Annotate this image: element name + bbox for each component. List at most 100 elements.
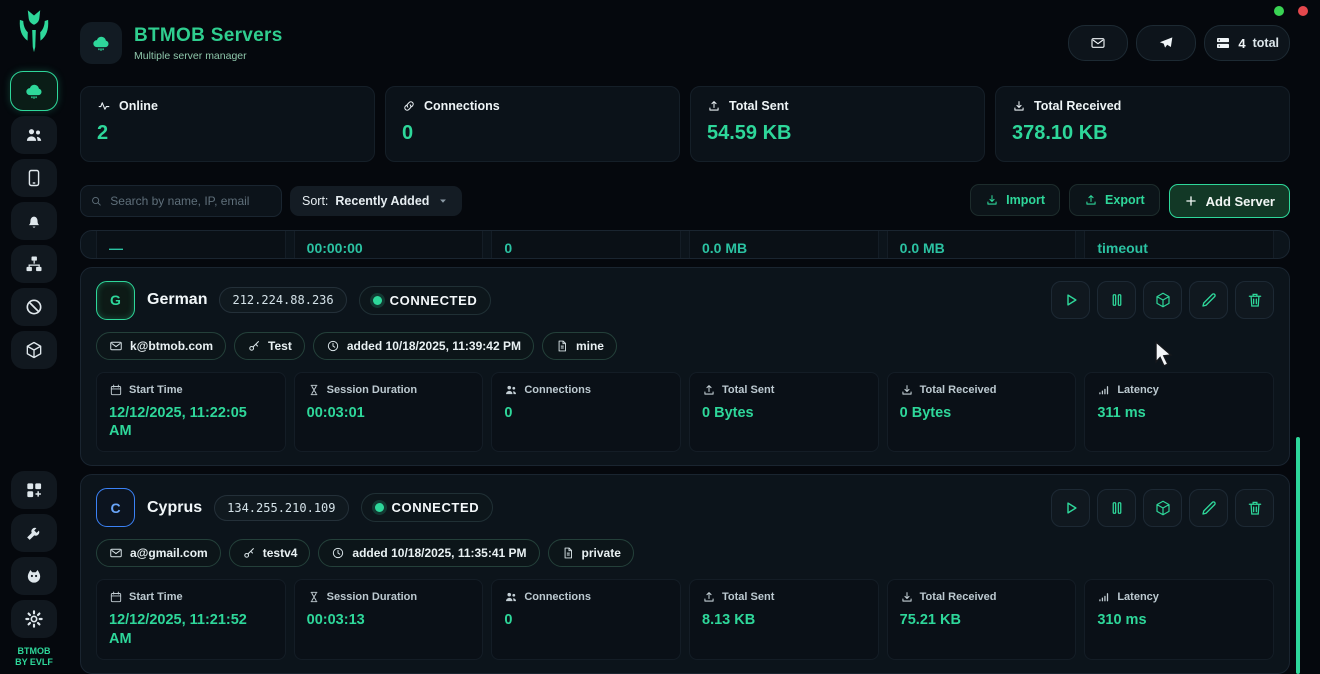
calendar-icon [109, 383, 123, 397]
stats-row: Online 2 Connections 0 Total Sent 54.59 … [80, 86, 1290, 162]
page-title: BTMOB Servers [134, 25, 283, 47]
telegram-button[interactable] [1136, 25, 1196, 61]
device-icon [24, 168, 44, 188]
key-icon [247, 339, 261, 353]
gear-icon [24, 609, 44, 629]
sidebar-item-blocked[interactable] [11, 288, 57, 326]
email-tag: a@gmail.com [96, 539, 221, 567]
tile-value-text: 0 [504, 611, 668, 630]
sidebar-item-settings[interactable] [11, 600, 57, 638]
owl-icon [24, 566, 44, 586]
mail-icon [1090, 35, 1106, 51]
status-dot [375, 503, 384, 512]
pause-button[interactable] [1097, 489, 1136, 527]
play-button[interactable] [1051, 489, 1090, 527]
tag-label: private [582, 546, 621, 560]
play-button[interactable] [1051, 281, 1090, 319]
tile-value-text: 00:03:13 [307, 611, 471, 630]
sidebar-item-servers[interactable] [10, 71, 58, 111]
server-name: Cyprus [147, 499, 202, 517]
partial-stat-value: timeout [1084, 230, 1274, 259]
server-ip-chip: 212.224.88.236 [219, 287, 346, 313]
sort-value: Recently Added [335, 194, 429, 208]
chevron-down-icon [436, 194, 450, 208]
pause-button[interactable] [1097, 281, 1136, 319]
delete-button[interactable] [1235, 489, 1274, 527]
tile-label-text: Start Time [129, 384, 183, 396]
download-icon [900, 590, 914, 604]
title-block: BTMOB Servers Multiple server manager [134, 25, 283, 62]
export-upload-icon [1084, 193, 1098, 207]
sidebar-item-devices[interactable] [11, 159, 57, 197]
stat-tile-start-time: Start Time 12/12/2025, 11:21:52 AM [96, 579, 286, 660]
tile-value-text: 310 ms [1097, 611, 1261, 630]
server-stats: Start Time 12/12/2025, 11:22:05 AM Sessi… [96, 372, 1274, 453]
add-server-button[interactable]: Add Server [1169, 184, 1290, 218]
sort-prefix: Sort: [302, 194, 328, 208]
edit-button[interactable] [1189, 489, 1228, 527]
window-dot-green[interactable] [1274, 6, 1284, 16]
tile-label-text: Latency [1117, 384, 1159, 396]
sidebar-item-notifications[interactable] [11, 202, 57, 240]
tag-label: testv4 [263, 546, 298, 560]
sort-dropdown[interactable]: Sort: Recently Added [290, 186, 462, 216]
search-input[interactable] [108, 193, 272, 209]
total-count: 4 [1238, 36, 1245, 51]
tile-value-text: 311 ms [1097, 404, 1261, 423]
apps-grid-icon [24, 480, 44, 500]
sidebar-item-network[interactable] [11, 245, 57, 283]
signal-icon [1097, 383, 1111, 397]
stat-tile-session-duration: Session Duration 00:03:13 [294, 579, 484, 660]
sidebar-item-tools[interactable] [11, 514, 57, 552]
toolbar: Sort: Recently Added Import Export Add S… [80, 184, 1290, 218]
clock-icon [326, 339, 340, 353]
users-icon [504, 383, 518, 397]
tile-label-text: Start Time [129, 591, 183, 603]
stat-tile-connections: Connections 0 [491, 579, 681, 660]
sidebar-item-stealth[interactable] [11, 557, 57, 595]
partial-stat-value: 0.0 MB [887, 230, 1077, 259]
network-icon [24, 254, 44, 274]
btmob-logo-icon [11, 8, 57, 60]
total-servers-badge[interactable]: 4 total [1204, 25, 1290, 61]
tag-label: Test [268, 339, 292, 353]
tile-value-text: 8.13 KB [702, 611, 866, 630]
window-dot-red[interactable] [1298, 6, 1308, 16]
send-icon [1158, 35, 1174, 51]
delete-button[interactable] [1235, 281, 1274, 319]
signal-icon [1097, 590, 1111, 604]
export-button[interactable]: Export [1069, 184, 1160, 216]
scrollbar-thumb[interactable] [1296, 437, 1300, 674]
builder-button[interactable] [1143, 281, 1182, 319]
server-card-cyprus: C Cyprus 134.255.210.109 CONNECTED [80, 474, 1290, 674]
mail-button[interactable] [1068, 25, 1128, 61]
added-tag: added 10/18/2025, 11:35:41 PM [318, 539, 539, 567]
sidebar-item-apps[interactable] [11, 471, 57, 509]
upload-icon [707, 99, 721, 113]
tile-value-text: 0 Bytes [900, 404, 1064, 423]
stat-card-connections: Connections 0 [385, 86, 680, 162]
tile-label-text: Total Sent [722, 384, 774, 396]
import-button[interactable]: Import [970, 184, 1060, 216]
sidebar-item-package[interactable] [11, 331, 57, 369]
tile-label-text: Total Received [920, 591, 997, 603]
main-content: BTMOB Servers Multiple server manager 4 … [68, 0, 1320, 674]
download-icon [1012, 99, 1026, 113]
stat-value: 0 [402, 122, 663, 145]
server-card-partial: — 00:00:00 0 0.0 MB 0.0 MB timeout [80, 230, 1290, 259]
tag-label: added 10/18/2025, 11:35:41 PM [352, 546, 526, 560]
edit-button[interactable] [1189, 281, 1228, 319]
tile-value-text: 0 Bytes [702, 404, 866, 423]
trash-icon [1246, 499, 1264, 517]
stat-value: 54.59 KB [707, 122, 968, 145]
tile-value-text: 12/12/2025, 11:22:05 AM [109, 404, 273, 442]
app-window: BTMOB BY EVLF BTMOB Servers Multiple ser… [0, 0, 1320, 674]
stat-tile-latency: Latency 311 ms [1084, 372, 1274, 453]
search-box[interactable] [80, 185, 282, 217]
sidebar-item-users[interactable] [11, 116, 57, 154]
stat-tile-total-received: Total Received 0 Bytes [887, 372, 1077, 453]
cube-icon [1154, 499, 1172, 517]
pencil-icon [1200, 499, 1218, 517]
builder-button[interactable] [1143, 489, 1182, 527]
stat-label: Online [119, 99, 158, 113]
